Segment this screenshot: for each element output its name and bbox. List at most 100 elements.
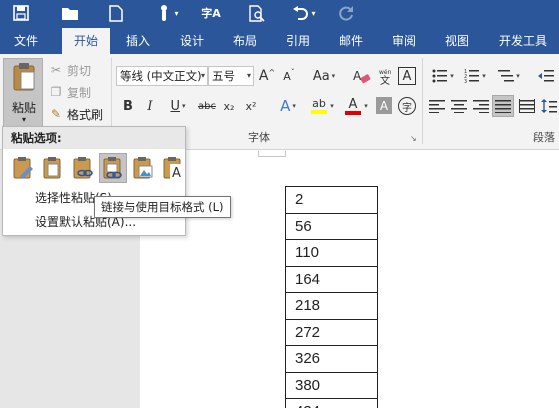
table-cell[interactable]: 2 — [285, 186, 378, 214]
cut-label: 剪切 — [67, 63, 92, 78]
copy-button[interactable]: ❐ 复制 — [48, 82, 91, 102]
svg-text:3: 3 — [464, 79, 467, 83]
bullets-icon — [432, 69, 448, 83]
chevron-down-icon[interactable]: ▾ — [360, 96, 370, 116]
paragraph-group-label: 段落 — [533, 131, 555, 144]
table-row: 272 — [285, 318, 378, 346]
font-size-value: 五号 — [212, 69, 235, 83]
caret-down-icon: ˇ — [290, 67, 295, 77]
format-painter-label: 格式刷 — [67, 107, 104, 122]
caret-up-icon: ^ — [268, 67, 276, 77]
tab-design[interactable]: 设计 — [172, 28, 212, 54]
distributed-button[interactable] — [518, 96, 536, 116]
undo-icon[interactable]: ▾ — [288, 0, 320, 26]
folder-icon[interactable] — [58, 0, 82, 26]
tooltip: 链接与使用目标格式 (L) — [94, 196, 231, 218]
change-case-label: Aa — [312, 68, 330, 84]
chevron-down-icon[interactable]: ▾ — [326, 96, 336, 116]
table-cell[interactable]: 218 — [285, 292, 378, 320]
superscript-button[interactable]: x² — [242, 96, 260, 116]
svg-text:文: 文 — [380, 74, 390, 85]
table-row: 218 — [285, 292, 378, 320]
justify-button[interactable] — [492, 95, 514, 117]
character-border-button[interactable]: A — [398, 67, 416, 85]
align-center-icon — [451, 100, 467, 113]
table-cell[interactable]: 110 — [285, 239, 378, 267]
font-name-value: 等线 (中文正文) — [120, 69, 202, 83]
enclose-characters-button[interactable]: 字 — [398, 97, 416, 115]
font-size-combo[interactable]: 五号 ▾ — [208, 66, 254, 86]
tab-file[interactable]: 文件 — [0, 28, 52, 54]
underline-button[interactable]: U ▾ — [164, 96, 192, 116]
table-cell[interactable]: 380 — [285, 371, 378, 399]
clipboard-icon — [13, 63, 35, 91]
align-right-button[interactable] — [472, 96, 490, 116]
italic-button[interactable]: I — [142, 96, 158, 116]
decrease-indent-button[interactable] — [536, 66, 556, 86]
table-cell[interactable]: 164 — [285, 265, 378, 293]
touch-mode-icon[interactable]: ▾ — [152, 0, 184, 26]
table-row: 380 — [285, 371, 378, 399]
text-effects-button[interactable]: A ▾ — [274, 96, 302, 116]
numbering-icon: 123 — [464, 69, 480, 83]
save-icon[interactable] — [10, 0, 32, 26]
table-row: 2 — [285, 186, 378, 214]
font-color-label: A — [348, 96, 358, 112]
align-right-icon — [473, 100, 489, 113]
table-cell[interactable]: 326 — [285, 345, 378, 373]
table-row: 110 — [285, 239, 378, 267]
new-document-icon[interactable] — [106, 0, 126, 26]
line-spacing-button[interactable] — [540, 96, 558, 116]
print-preview-icon[interactable] — [246, 0, 268, 26]
merge-formatting-icon — [43, 157, 61, 179]
table-cell[interactable]: 272 — [285, 318, 378, 346]
character-shading-button[interactable]: A — [376, 97, 392, 114]
grow-font-button[interactable]: A ^ — [258, 66, 276, 86]
spelling-icon[interactable]: 字A — [200, 0, 222, 26]
group-separator — [422, 58, 423, 144]
highlight-color-swatch — [311, 110, 327, 114]
table-cell[interactable]: 434 — [285, 398, 378, 408]
cut-button[interactable]: ✂ 剪切 — [48, 60, 91, 80]
numbering-button[interactable]: 1 2 3 ▾ — [460, 66, 490, 86]
align-center-button[interactable] — [450, 96, 468, 116]
tab-view[interactable]: 视图 — [437, 28, 477, 54]
merge-formatting-option[interactable] — [39, 153, 67, 183]
tab-review[interactable]: 审阅 — [384, 28, 424, 54]
svg-text:wén: wén — [379, 69, 392, 76]
multilevel-list-button[interactable]: ▾ — [494, 66, 524, 86]
font-name-combo[interactable]: 等线 (中文正文) ▾ — [116, 66, 208, 86]
picture-option[interactable] — [129, 153, 157, 183]
tab-home[interactable]: 开始 — [62, 28, 110, 54]
multilevel-list-icon — [498, 70, 515, 82]
strikethrough-button[interactable]: abc — [196, 96, 218, 116]
link-keep-source-icon — [73, 157, 93, 179]
tab-insert[interactable]: 插入 — [118, 28, 158, 54]
chevron-down-icon: ▾ — [292, 102, 296, 110]
table-cell[interactable]: 56 — [285, 212, 378, 240]
redo-icon[interactable] — [335, 0, 357, 26]
keep-text-only-option[interactable]: A — [159, 153, 187, 183]
quick-access-toolbar: ▾ 字A ▾ — [0, 0, 559, 28]
keep-source-formatting-option[interactable] — [9, 153, 37, 183]
paste-options-header: 粘贴选项: — [3, 127, 185, 149]
change-case-button[interactable]: Aa ▾ — [308, 66, 340, 86]
tab-mailings[interactable]: 邮件 — [331, 28, 371, 54]
phonetic-guide-button[interactable]: wén 文 — [376, 66, 396, 86]
subscript-button[interactable]: x₂ — [220, 96, 238, 116]
data-table[interactable]: 2 56 110 164 218 272 326 380 434 — [285, 186, 378, 408]
shrink-font-button[interactable]: Aˇ — [280, 66, 298, 86]
bold-button[interactable]: B — [120, 96, 136, 116]
tab-layout[interactable]: 布局 — [225, 28, 265, 54]
paste-button[interactable]: 粘贴 ▾ — [3, 58, 43, 128]
clear-formatting-button[interactable]: A — [352, 66, 372, 86]
bullets-button[interactable]: ▾ — [428, 66, 458, 86]
link-keep-source-option[interactable] — [69, 153, 97, 183]
link-use-destination-option[interactable] — [99, 153, 127, 183]
tab-developer[interactable]: 开发工具 — [492, 28, 554, 54]
align-left-button[interactable] — [428, 96, 446, 116]
format-painter-button[interactable]: ✎ 格式刷 — [48, 104, 103, 124]
line-spacing-icon — [541, 99, 557, 113]
tab-references[interactable]: 引用 — [278, 28, 318, 54]
dialog-launcher-icon[interactable]: ↘ — [410, 134, 417, 143]
